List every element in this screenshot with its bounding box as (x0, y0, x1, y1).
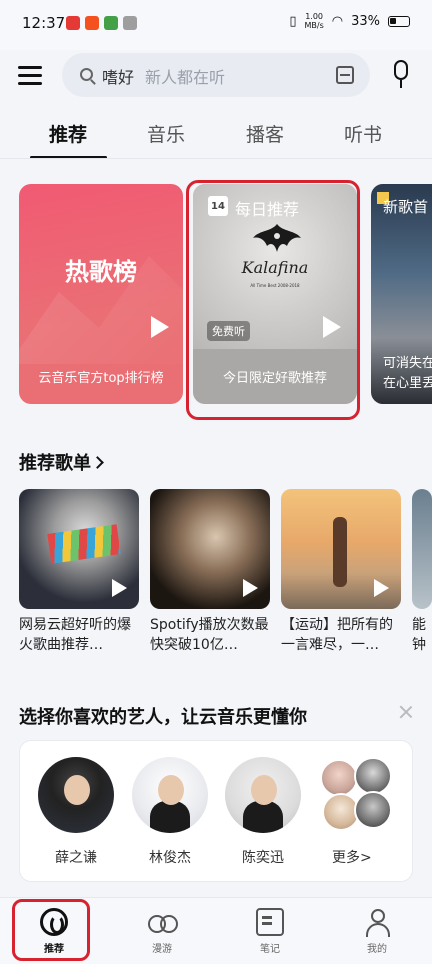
playlist-cover (150, 489, 270, 609)
netease-notification-icon (66, 16, 80, 30)
new-songs-caption: 可消失在 在心里丢 (383, 356, 432, 391)
hot-chart-title: 热歌榜 (65, 258, 137, 286)
hot-chart-caption: 云音乐官方top排行榜 (38, 371, 164, 386)
notification-icons (66, 16, 137, 30)
divider (0, 158, 432, 159)
note-icon (256, 908, 284, 936)
battery-text: 33% (351, 13, 380, 29)
artist-item[interactable]: 林俊杰 (130, 757, 210, 867)
avatar (132, 757, 208, 833)
playlist-card[interactable]: 能钟 (412, 489, 432, 655)
avatar (225, 757, 301, 833)
tab-bar: 推荐 音乐 播客 听书 (0, 116, 432, 160)
nav-notes[interactable]: 笔记 (235, 908, 305, 955)
daily-recommend-highlight (186, 180, 360, 420)
playlist-cover (281, 489, 401, 609)
chevron-right-icon (91, 456, 104, 469)
playlist-card[interactable]: 【运动】把所有的一言难尽，一… (281, 489, 401, 655)
tab-recommend[interactable]: 推荐 (49, 120, 87, 147)
vibrate-icon: ▯ (289, 13, 297, 29)
avatar (354, 757, 392, 795)
play-icon[interactable] (243, 579, 258, 597)
nav-profile[interactable]: 我的 (342, 908, 412, 955)
avatar (354, 791, 392, 829)
app-notification-icon (85, 16, 99, 30)
playlist-title: 网易云超好听的爆火歌曲推荐… (19, 617, 131, 653)
nav-explore[interactable]: 漫游 (127, 908, 197, 955)
search-icon (80, 68, 93, 81)
artist-section-title: 选择你喜欢的艺人，让云音乐更懂你 (19, 707, 307, 728)
artist-item[interactable]: 陈奕迅 (223, 757, 303, 867)
playlists-section-title[interactable]: 推荐歌单 (19, 449, 104, 475)
artist-panel: 薛之谦 林俊杰 陈奕迅 更多> (19, 740, 413, 882)
new-songs-title: 新歌首 (383, 198, 429, 216)
tab-podcast[interactable]: 播客 (246, 120, 284, 147)
microphone-icon[interactable] (389, 60, 413, 90)
playlist-title: Spotify播放次数最快突破10亿… (150, 617, 269, 653)
artist-name: 陈奕迅 (242, 850, 284, 866)
wechat-notification-icon (104, 16, 118, 30)
hot-chart-card[interactable]: 热歌榜 云音乐官方top排行榜 (19, 184, 183, 404)
tab-audiobook[interactable]: 听书 (344, 120, 382, 147)
new-songs-card[interactable]: 新歌首 可消失在 在心里丢 (371, 184, 432, 404)
nav-recommend-highlight (12, 899, 90, 961)
artist-item[interactable]: 薛之谦 (36, 757, 116, 867)
avatar (320, 759, 358, 797)
play-icon[interactable] (374, 579, 389, 597)
status-right: ▯ 1.00 MB/s ◠ 33% (289, 12, 410, 30)
playlist-title: 【运动】把所有的一言难尽，一… (281, 617, 393, 653)
playlist-card[interactable]: 网易云超好听的爆火歌曲推荐… (19, 489, 139, 655)
more-artists-avatars[interactable] (320, 757, 394, 833)
play-icon[interactable] (112, 579, 127, 597)
status-time: 12:37 (22, 14, 66, 32)
playlist-card[interactable]: Spotify播放次数最快突破10亿… (150, 489, 270, 655)
battery-icon (388, 15, 410, 27)
search-query: 嗜好 (102, 68, 135, 87)
play-icon[interactable] (151, 316, 169, 338)
more-artists-link[interactable]: 更多> (332, 847, 372, 867)
status-bar: 12:37 ▯ 1.00 MB/s ◠ 33% (0, 0, 432, 50)
scan-icon[interactable] (336, 66, 354, 84)
infinity-icon (148, 908, 178, 936)
avatar (38, 757, 114, 833)
artist-name: 薛之谦 (55, 850, 97, 866)
wifi-icon: ◠ (331, 13, 344, 29)
artist-name: 林俊杰 (149, 850, 191, 866)
playlist-cover (412, 489, 432, 609)
search-hint: 新人都在听 (145, 68, 226, 87)
close-icon[interactable] (399, 705, 413, 719)
misc-notification-icon (123, 16, 137, 30)
tab-music[interactable]: 音乐 (147, 120, 185, 147)
playlist-cover (19, 489, 139, 609)
network-speed: 1.00 MB/s (304, 12, 324, 30)
user-icon (363, 908, 391, 937)
search-bar[interactable]: 嗜好 新人都在听 (62, 53, 370, 97)
menu-icon[interactable] (18, 66, 42, 86)
playlist-title: 能钟 (412, 617, 426, 653)
